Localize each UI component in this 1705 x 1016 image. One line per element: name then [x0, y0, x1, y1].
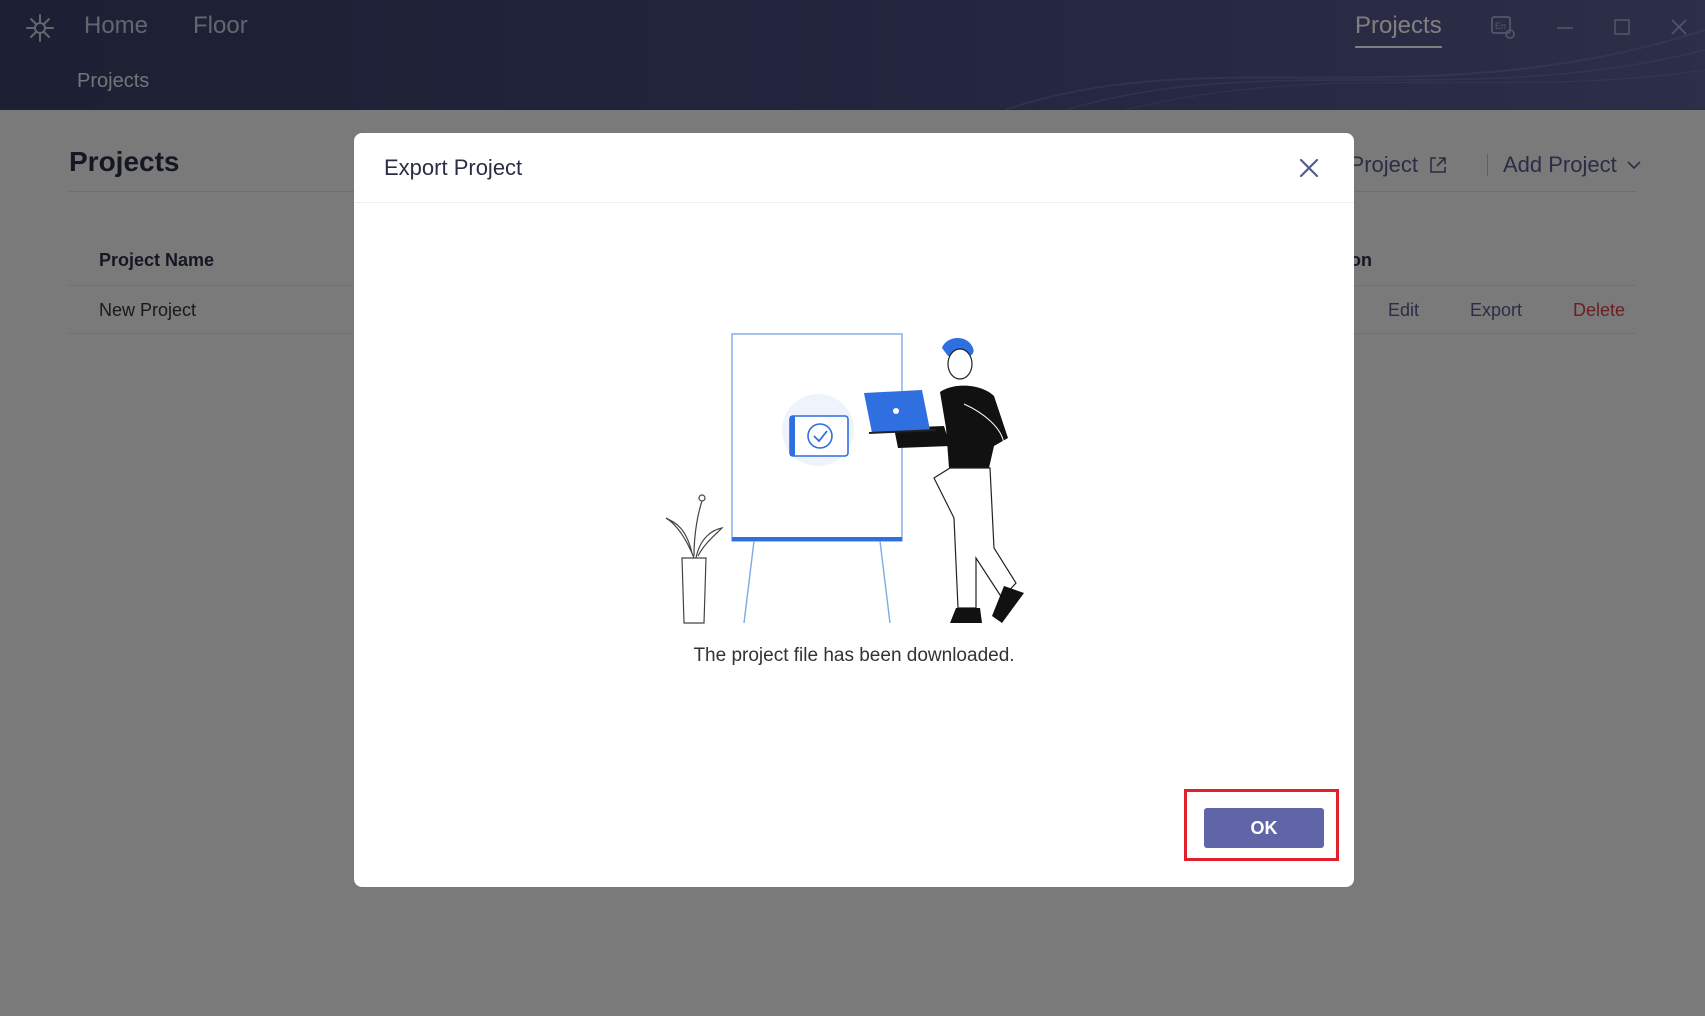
- dialog-title: Export Project: [384, 155, 523, 180]
- dialog-close-icon[interactable]: [1294, 153, 1324, 183]
- ok-button[interactable]: OK: [1204, 808, 1324, 848]
- plant-decoration: [665, 494, 724, 624]
- download-complete-illustration: [665, 333, 1024, 624]
- export-project-dialog: Export Project The project file has been…: [354, 133, 1354, 887]
- presentation-board: [731, 333, 903, 624]
- dialog-message: The project file has been downloaded.: [693, 645, 1015, 666]
- dialog-header: Export Project: [354, 133, 1354, 203]
